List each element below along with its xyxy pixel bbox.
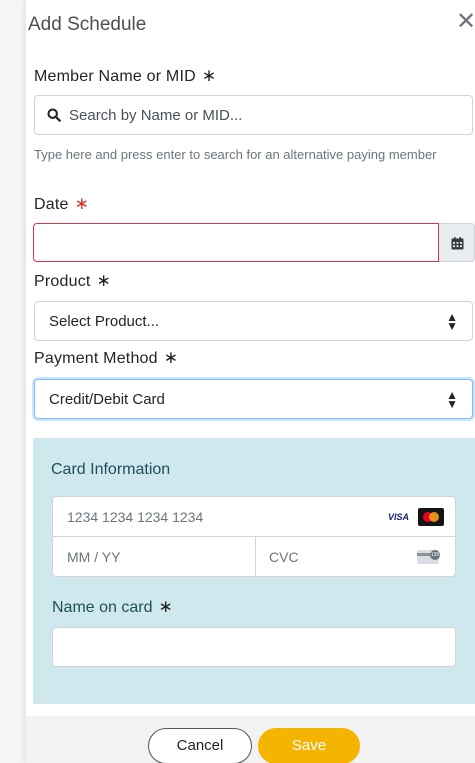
modal-header: Add Schedule ✕ (26, 0, 475, 52)
required-mark: ∗ (163, 348, 179, 367)
date-label: Date ∗ (34, 194, 89, 214)
member-help-text: Type here and press enter to search for … (34, 147, 437, 162)
close-icon[interactable]: ✕ (456, 10, 475, 34)
product-selected-value: Select Product... (49, 313, 160, 330)
required-mark: ∗ (158, 597, 173, 616)
cancel-button[interactable]: Cancel (148, 728, 252, 763)
select-arrows-icon: ▲ ▼ (446, 388, 458, 411)
member-label-text: Member Name or MID (34, 68, 196, 85)
card-number-field[interactable]: 1234 1234 1234 1234 VISA (53, 497, 455, 537)
divider (255, 537, 256, 577)
card-information-panel: Card Information 1234 1234 1234 1234 VIS… (33, 438, 475, 704)
card-element: 1234 1234 1234 1234 VISA MM / YY CVC 135 (52, 496, 456, 577)
name-on-card-input[interactable] (52, 627, 456, 667)
calendar-button[interactable] (439, 223, 475, 262)
card-information-title: Card Information (51, 461, 171, 478)
member-label: Member Name or MID ∗ (34, 66, 216, 86)
card-number-placeholder: 1234 1234 1234 1234 (67, 509, 204, 525)
cvc-card-icon: 135 (417, 550, 440, 564)
payment-method-label: Payment Method ∗ (34, 348, 178, 368)
cvc-badge: 135 (430, 550, 440, 560)
required-mark: ∗ (74, 194, 90, 213)
search-placeholder: Search by Name or MID... (69, 107, 243, 124)
required-mark: ∗ (201, 66, 217, 85)
card-expiry-field[interactable]: MM / YY (67, 549, 120, 565)
payment-method-select[interactable]: Credit/Debit Card ▲ ▼ (34, 379, 473, 419)
select-arrows-icon: ▲ ▼ (446, 310, 458, 333)
name-on-card-label-text: Name on card (52, 599, 153, 616)
search-icon (47, 108, 61, 122)
visa-icon: VISA (388, 512, 410, 522)
member-search-input[interactable]: Search by Name or MID... (34, 95, 473, 135)
required-mark: ∗ (96, 271, 111, 290)
payment-selected-value: Credit/Debit Card (49, 391, 165, 408)
payment-method-label-text: Payment Method (34, 350, 158, 367)
name-on-card-label: Name on card ∗ (52, 597, 173, 617)
product-label-text: Product (34, 273, 91, 290)
card-cvc-field[interactable]: CVC (269, 549, 299, 565)
add-schedule-modal: Add Schedule ✕ Member Name or MID ∗ Searc… (26, 0, 475, 763)
calendar-icon (451, 237, 464, 250)
modal-footer: Cancel Save (26, 716, 475, 763)
date-label-text: Date (34, 196, 69, 213)
date-input[interactable] (33, 223, 439, 262)
product-select[interactable]: Select Product... ▲ ▼ (34, 301, 473, 341)
product-label: Product ∗ (34, 271, 111, 291)
save-button[interactable]: Save (258, 728, 360, 763)
modal-title: Add Schedule (28, 14, 147, 35)
mastercard-icon (418, 508, 444, 526)
